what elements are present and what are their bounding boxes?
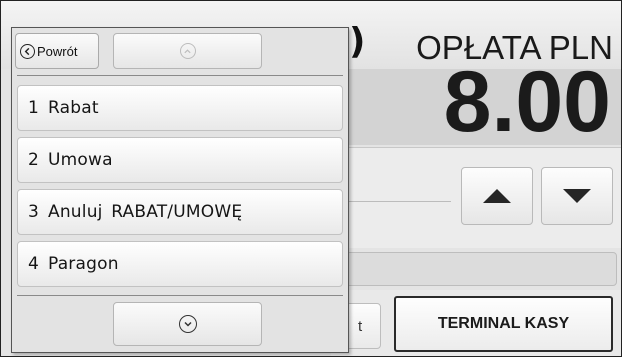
triangle-down-icon: [563, 189, 591, 203]
menu-item-number: 3: [28, 202, 40, 222]
menu-item-label: Umowa: [48, 150, 113, 170]
chevron-down-circle-icon: [178, 315, 197, 333]
scroll-down-button[interactable]: [113, 302, 262, 346]
menu-item-number: 2: [28, 150, 40, 170]
scroll-up-button[interactable]: [113, 33, 262, 69]
divider: [331, 201, 451, 202]
top-divider: [17, 75, 343, 76]
popup-menu: Powrót 1 Rabat 2 Umowa 3 Anuluj RABAT/UM…: [11, 27, 349, 353]
back-button[interactable]: Powrót: [15, 33, 99, 69]
menu-item-rabat[interactable]: 1 Rabat: [17, 85, 343, 131]
menu-item-label: Paragon: [48, 254, 119, 274]
partially-hidden-button-label: t: [358, 318, 363, 335]
menu-item-number: 1: [28, 98, 40, 118]
menu-item-label: Rabat: [48, 98, 99, 118]
fee-amount: 8.00: [443, 54, 611, 150]
menu-item-number: 4: [28, 254, 40, 274]
bottom-divider: [17, 295, 343, 296]
nav-down-button[interactable]: [541, 167, 613, 225]
input-field[interactable]: [331, 252, 617, 286]
app-screen: ) OPŁATA PLN 8.00 t TERMINAL KASY Powrót: [0, 0, 622, 357]
chevron-up-circle-icon: [179, 43, 196, 59]
back-button-label: Powrót: [37, 43, 78, 59]
menu-item-paragon[interactable]: 4 Paragon: [17, 241, 343, 287]
menu-item-anuluj[interactable]: 3 Anuluj RABAT/UMOWĘ: [17, 189, 343, 235]
partial-header-text: ): [349, 21, 366, 62]
menu-item-label: Anuluj RABAT/UMOWĘ: [48, 202, 243, 222]
nav-up-button[interactable]: [461, 167, 533, 225]
terminal-kasy-button[interactable]: TERMINAL KASY: [394, 296, 613, 352]
menu-item-umowa[interactable]: 2 Umowa: [17, 137, 343, 183]
triangle-up-icon: [483, 189, 511, 203]
menu-list: 1 Rabat 2 Umowa 3 Anuluj RABAT/UMOWĘ 4 P…: [17, 85, 343, 293]
chevron-left-circle-icon: [20, 43, 35, 59]
